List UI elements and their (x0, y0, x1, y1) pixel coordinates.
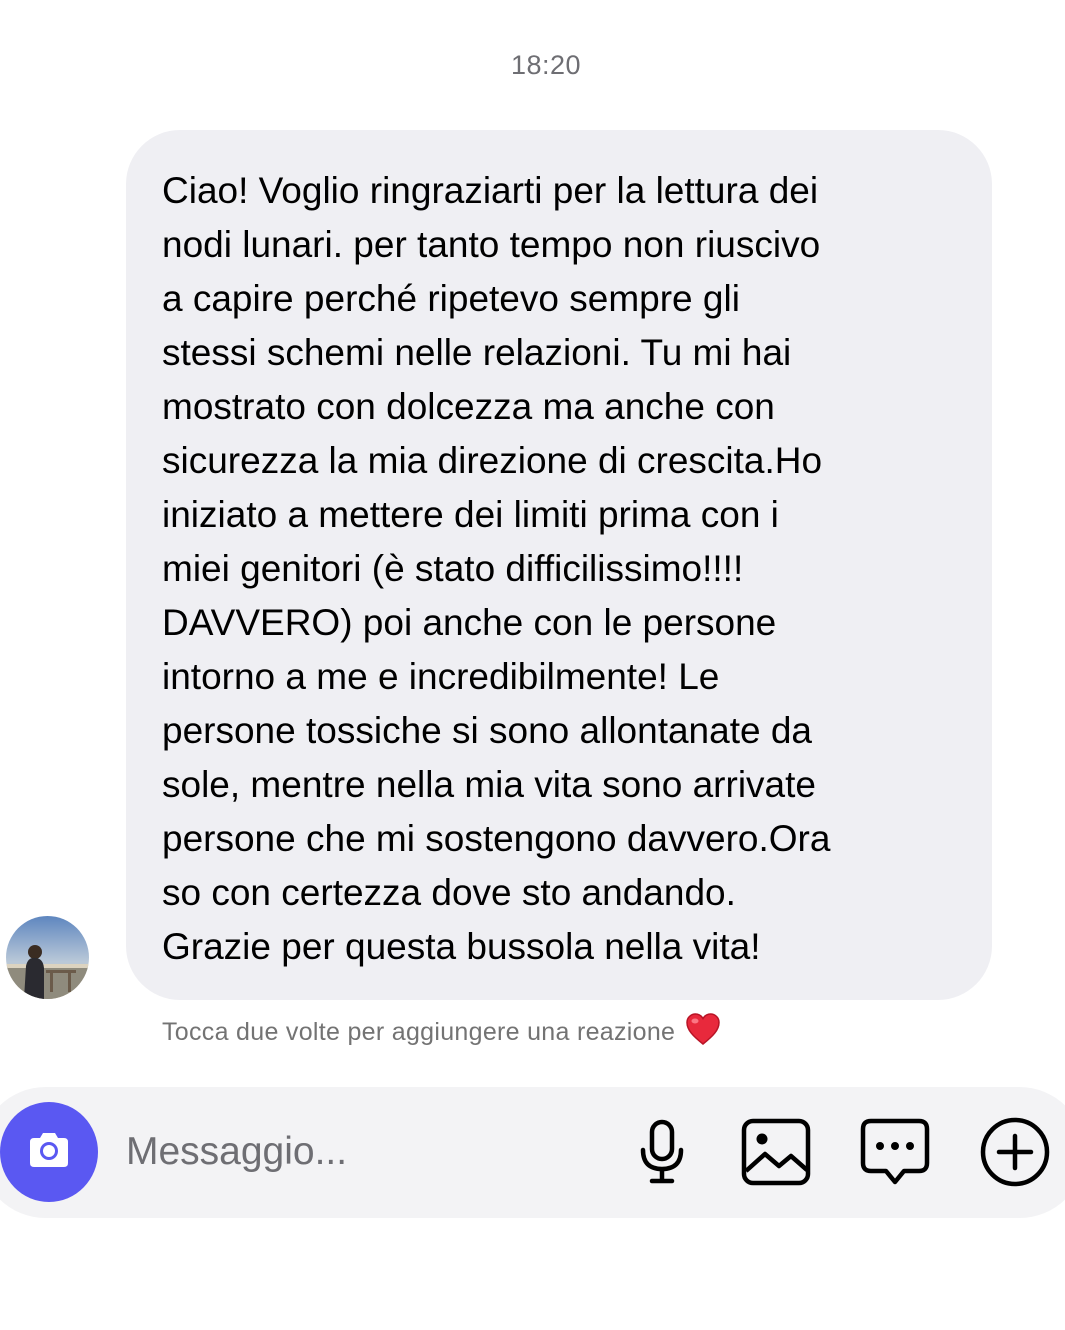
more-options-button[interactable] (979, 1116, 1051, 1193)
message-text: Ciao! Voglio ringraziarti per la lettura… (162, 170, 831, 967)
camera-icon (26, 1130, 72, 1175)
message-timestamp: 18:20 (510, 50, 582, 80)
camera-button[interactable] (0, 1102, 98, 1202)
sender-avatar[interactable] (6, 916, 89, 999)
heart-icon[interactable] (685, 1012, 721, 1053)
sticker-button[interactable] (859, 1118, 931, 1190)
message-input[interactable] (126, 1120, 606, 1184)
microphone-icon (632, 1119, 692, 1190)
gallery-button[interactable] (740, 1118, 812, 1190)
sticker-chat-icon (860, 1118, 930, 1191)
image-icon (741, 1118, 811, 1191)
reaction-hint-text: Tocca due volte per aggiungere una reazi… (162, 1018, 676, 1046)
microphone-button[interactable] (626, 1118, 698, 1190)
received-message-bubble[interactable]: Ciao! Voglio ringraziarti per la lettura… (126, 130, 992, 1000)
plus-circle-icon (979, 1116, 1051, 1193)
reaction-hint: Tocca due volte per aggiungere una reazi… (162, 1012, 721, 1053)
